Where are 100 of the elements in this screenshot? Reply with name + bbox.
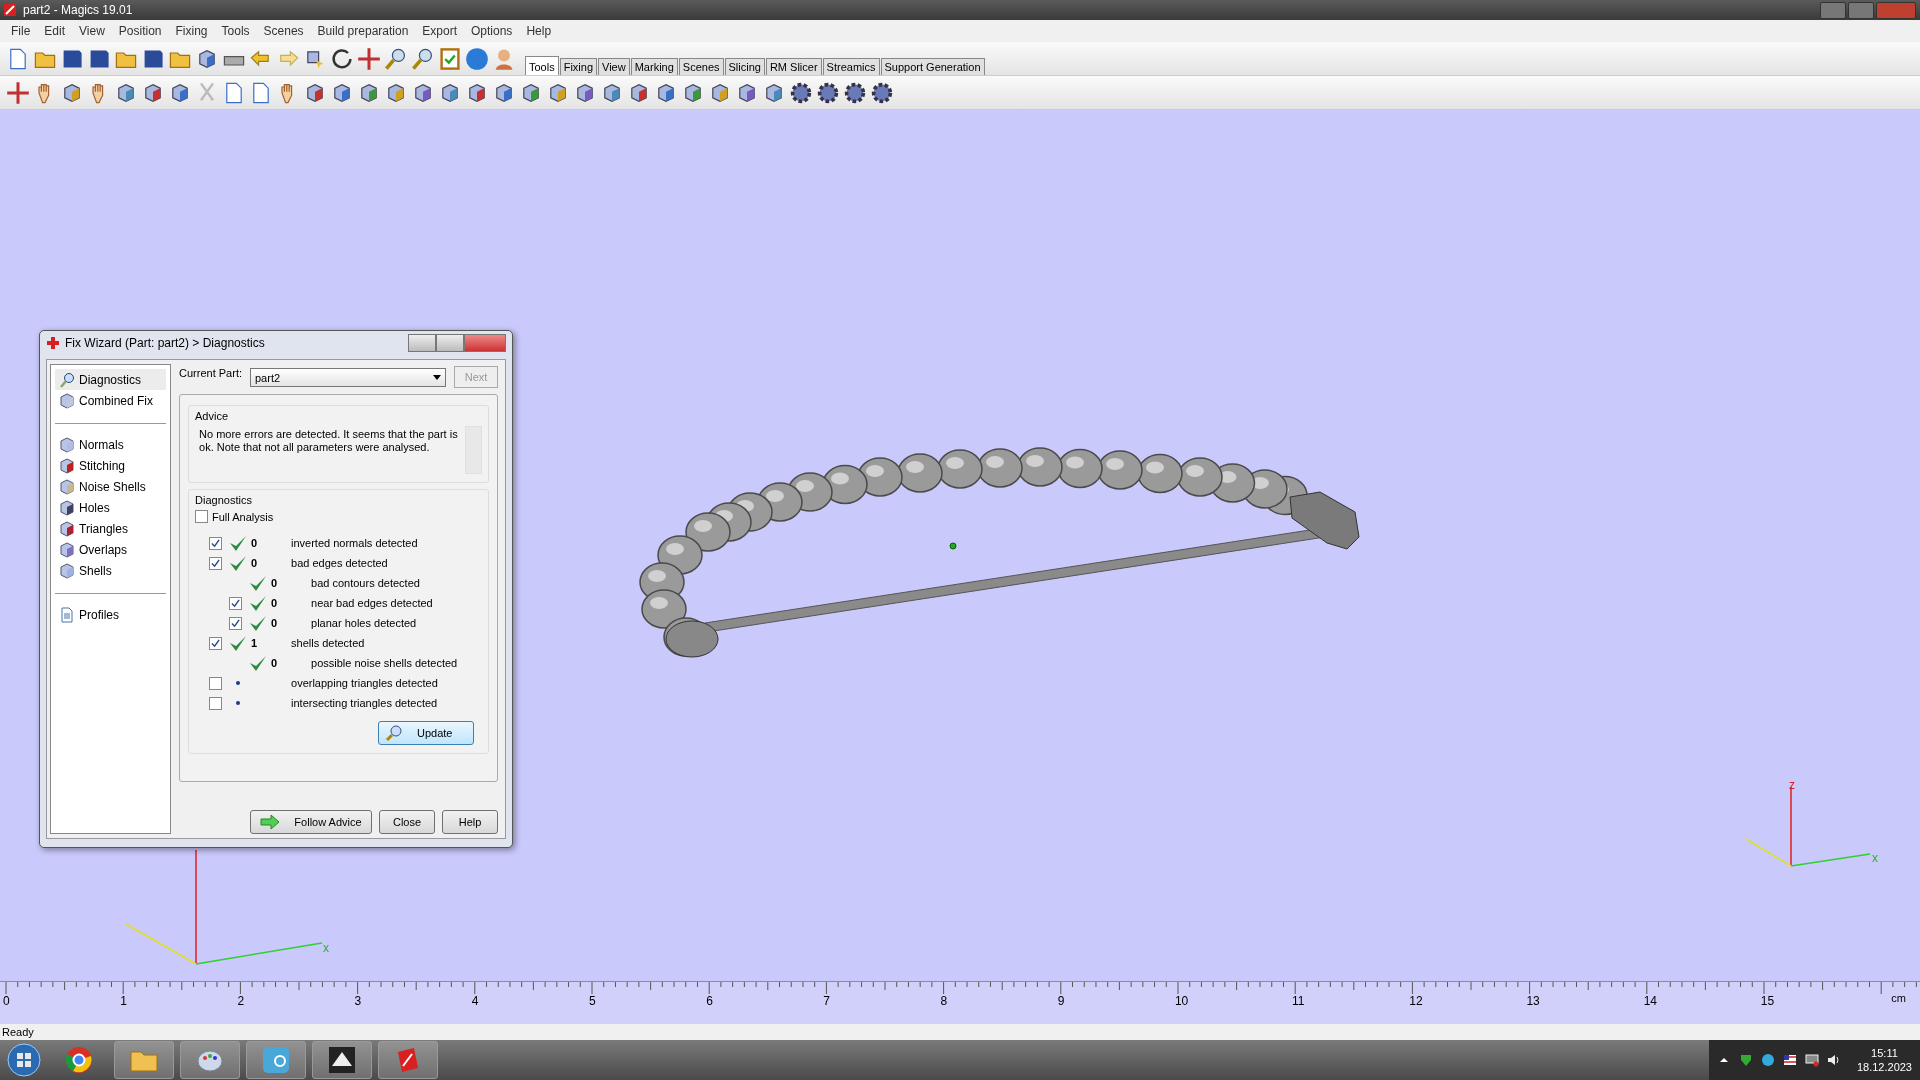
caret-icon[interactable] bbox=[433, 375, 441, 380]
follow-advice-button[interactable]: Follow Advice bbox=[250, 810, 372, 834]
current-part-label: Current Part: bbox=[179, 366, 242, 379]
move-arrows-icon[interactable] bbox=[357, 46, 381, 71]
count: 0 bbox=[251, 537, 258, 549]
speaker-icon[interactable] bbox=[1826, 1053, 1841, 1067]
diagnostic-label: bad edges detected bbox=[291, 557, 388, 569]
toolbar-tab[interactable]: Support Generation bbox=[880, 58, 985, 75]
cube-icon bbox=[59, 457, 75, 474]
dialog-title: Fix Wizard (Part: part2) > Diagnostics bbox=[65, 336, 265, 350]
advice-text: No more errors are detected. It seems that the part is ok. Note that not all parameters were analysed. bbox=[198, 427, 459, 455]
menu-item[interactable]: Scenes bbox=[256, 24, 311, 38]
minimize-button[interactable] bbox=[408, 334, 436, 352]
nav-item[interactable]: Profiles bbox=[55, 604, 167, 625]
magnifier-icon bbox=[385, 724, 403, 742]
magnifier-icon[interactable] bbox=[411, 46, 435, 71]
cube-icon bbox=[59, 520, 75, 537]
nav-item[interactable]: Overlaps bbox=[55, 539, 167, 560]
toolbar-tab[interactable]: Tools bbox=[525, 56, 559, 75]
clipboard-check-icon[interactable] bbox=[438, 46, 462, 71]
gear-icon[interactable] bbox=[870, 80, 894, 105]
nav-item[interactable]: Holes bbox=[55, 497, 167, 518]
diagnostic-label: inverted normals detected bbox=[291, 537, 418, 549]
flag-icon[interactable] bbox=[1782, 1053, 1797, 1067]
shield-icon[interactable] bbox=[1738, 1053, 1753, 1067]
group-title: Diagnostics bbox=[195, 494, 253, 506]
nav-item[interactable]: Noise Shells bbox=[55, 476, 167, 497]
nav-item[interactable]: Stitching bbox=[55, 455, 167, 476]
magnifier-icon[interactable] bbox=[384, 46, 408, 71]
move-arrows-icon[interactable] bbox=[6, 80, 30, 105]
checkbox[interactable] bbox=[229, 596, 243, 610]
diagnostic-label: intersecting triangles detected bbox=[291, 697, 438, 709]
cube-icon bbox=[59, 478, 75, 495]
ruler-label: 6 bbox=[706, 994, 713, 1008]
ruler-label: 10 bbox=[1174, 994, 1189, 1008]
gear-icon[interactable] bbox=[789, 80, 813, 105]
app-logo-icon bbox=[3, 3, 17, 17]
menu-item[interactable]: Help bbox=[519, 24, 559, 38]
checkbox[interactable] bbox=[209, 536, 223, 550]
menu-item[interactable]: View bbox=[72, 24, 112, 38]
close-button[interactable] bbox=[1876, 1, 1916, 19]
checkbox[interactable] bbox=[209, 556, 223, 570]
nav-item[interactable]: Shells bbox=[55, 560, 167, 581]
ruler-label: 8 bbox=[940, 994, 948, 1008]
toolbar-tab[interactable]: Scenes bbox=[678, 58, 724, 75]
menu-item[interactable]: Export bbox=[415, 24, 464, 38]
minimize-button[interactable] bbox=[1820, 1, 1846, 19]
maximize-button[interactable] bbox=[436, 334, 464, 352]
toolbar-tab[interactable]: View bbox=[598, 58, 630, 75]
dialog-button[interactable]: Close bbox=[379, 810, 435, 834]
axis-label: x bbox=[323, 941, 329, 955]
checkbox[interactable] bbox=[209, 696, 223, 710]
toolbar-tab[interactable]: Slicing bbox=[724, 58, 765, 75]
dialog-button[interactable]: Help bbox=[442, 810, 498, 834]
nav-item[interactable]: Diagnostics bbox=[55, 369, 167, 390]
checkbox[interactable] bbox=[229, 616, 243, 630]
globe-icon[interactable] bbox=[1760, 1053, 1775, 1067]
arrow-icon bbox=[260, 815, 281, 829]
monitor-icon[interactable] bbox=[1804, 1053, 1819, 1067]
menu-item[interactable]: Fixing bbox=[168, 24, 215, 38]
diagnostic-label: near bad edges detected bbox=[311, 597, 433, 609]
ruler-label: 1 bbox=[120, 994, 127, 1008]
rotate-icon[interactable] bbox=[330, 46, 354, 71]
nav-item[interactable]: Combined Fix bbox=[55, 390, 167, 411]
part-dropdown[interactable]: part2 bbox=[250, 368, 446, 387]
toolbar-tab[interactable]: Marking bbox=[630, 58, 678, 75]
clock[interactable]: 15:11 18.12.2023 bbox=[1848, 1046, 1912, 1074]
menu-item[interactable]: Tools bbox=[214, 24, 257, 38]
ruler-label: 7 bbox=[823, 994, 830, 1008]
cube-icon bbox=[59, 499, 75, 516]
update-button[interactable]: Update bbox=[378, 721, 474, 745]
nav-label: Combined Fix bbox=[79, 393, 154, 408]
checkbox[interactable] bbox=[209, 676, 223, 690]
diagnostic-label: shells detected bbox=[291, 637, 365, 649]
start-button[interactable] bbox=[4, 1042, 44, 1078]
toolbar-tab[interactable]: Fixing bbox=[559, 58, 598, 75]
nav-item[interactable]: Normals bbox=[55, 434, 167, 455]
toolbar-tab[interactable]: Streamics bbox=[822, 58, 880, 75]
cross-icon bbox=[46, 336, 60, 350]
app-icon[interactable] bbox=[328, 1046, 356, 1074]
count: 0 bbox=[271, 657, 278, 669]
nav-label: Profiles bbox=[79, 607, 119, 622]
maximize-button[interactable] bbox=[1848, 1, 1874, 19]
checkbox[interactable] bbox=[195, 510, 209, 523]
diagnostic-label: bad contours detected bbox=[311, 577, 420, 589]
menu-item[interactable]: Edit bbox=[37, 24, 73, 38]
menu-item[interactable]: File bbox=[4, 24, 38, 38]
gear-icon[interactable] bbox=[816, 80, 840, 105]
nav-item[interactable]: Triangles bbox=[55, 518, 167, 539]
magnifier-icon bbox=[59, 371, 75, 388]
toolbar-tab[interactable]: RM Slicer bbox=[765, 58, 822, 75]
browser-icon[interactable] bbox=[65, 1046, 93, 1074]
ruler-label: 15 bbox=[1760, 994, 1775, 1008]
ruler-label: 11 bbox=[1292, 994, 1305, 1008]
menu-item[interactable]: Options bbox=[464, 24, 520, 38]
menu-item[interactable]: Build preparation bbox=[310, 24, 416, 38]
gear-icon[interactable] bbox=[843, 80, 867, 105]
menu-item[interactable]: Position bbox=[111, 24, 169, 38]
checkbox[interactable] bbox=[209, 636, 223, 650]
cube-icon bbox=[59, 436, 75, 453]
